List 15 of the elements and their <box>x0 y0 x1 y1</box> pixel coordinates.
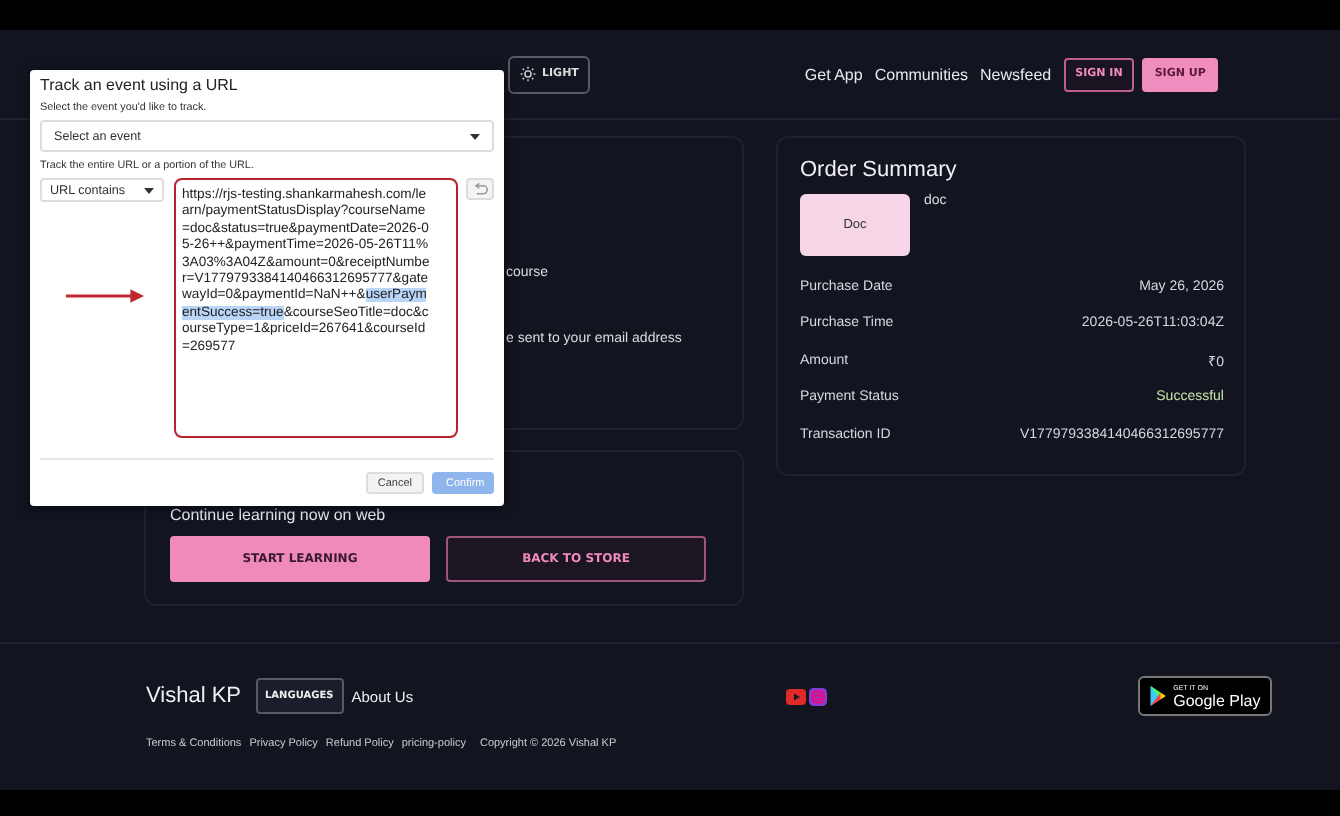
nav-link[interactable]: Communities <box>874 65 969 83</box>
footer-brand: Vishal KP <box>146 684 241 708</box>
arrow-annotation <box>66 288 144 304</box>
play-triangle-icon <box>1149 686 1166 706</box>
sun-icon <box>520 66 536 82</box>
undo-button[interactable] <box>466 178 494 200</box>
continue-heading: Continue learning now on web <box>170 506 388 524</box>
nav-link[interactable]: Get App <box>804 65 863 83</box>
undo-icon <box>472 182 489 196</box>
video-icon <box>785 687 806 705</box>
dialog-title: Track an event using a URL <box>40 76 240 94</box>
caret-icon <box>144 187 154 193</box>
order-summary-heading: Order Summary <box>800 158 959 182</box>
nav-link[interactable]: Newsfeed <box>980 65 1052 83</box>
camera-icon <box>807 687 828 705</box>
